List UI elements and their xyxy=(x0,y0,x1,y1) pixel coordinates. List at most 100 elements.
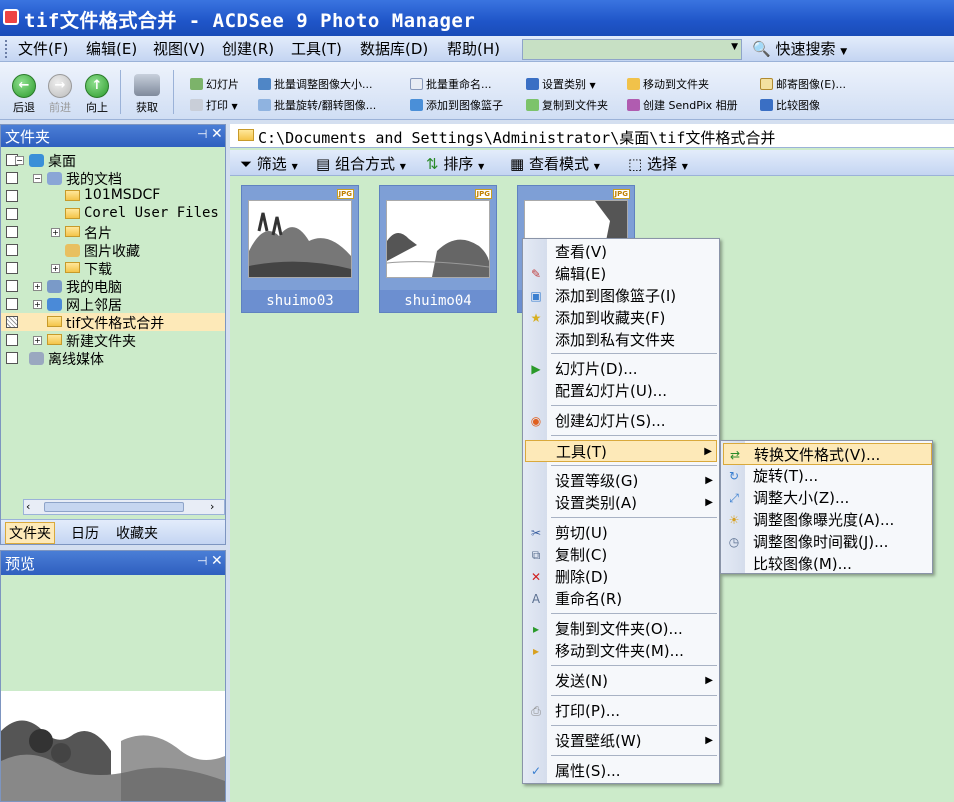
tree-item[interactable]: 离线媒体 xyxy=(1,349,225,368)
filter-button[interactable]: ⏷ 筛选 ▼ xyxy=(240,153,298,174)
back-button[interactable]: ← 后退 xyxy=(6,64,42,115)
tree-item[interactable]: tif文件格式合并 xyxy=(1,313,225,332)
tree-checkbox[interactable] xyxy=(6,280,18,292)
pin-icon[interactable]: ⊣ xyxy=(197,127,207,141)
scroll-left-icon[interactable]: ‹ xyxy=(26,500,30,513)
view-mode-button[interactable]: ▦ 查看模式 ▼ xyxy=(510,153,600,174)
close-icon[interactable]: ✕ xyxy=(211,126,223,142)
tab-folders[interactable]: 文件夹 xyxy=(5,522,55,544)
select-button[interactable]: ⬚ 选择 ▼ xyxy=(628,153,688,174)
sort-button[interactable]: ⇅ 排序 ▼ xyxy=(426,153,484,174)
email-images-button[interactable]: 邮寄图像(E)... xyxy=(760,76,846,92)
add-to-basket-button[interactable]: 添加到图像篮子 xyxy=(410,97,503,113)
tree-item[interactable]: − 桌面 xyxy=(1,151,225,170)
context-menu-item[interactable]: 设置类别(A) ▶ xyxy=(525,492,717,514)
tree-item[interactable]: − 我的文档 xyxy=(1,169,225,188)
menu-tools[interactable]: 工具(T) xyxy=(291,38,342,59)
menu-view[interactable]: 视图(V) xyxy=(153,38,205,59)
tree-checkbox[interactable] xyxy=(6,298,18,310)
menu-help[interactable]: 帮助(H) xyxy=(447,38,500,59)
context-menu-item[interactable]: 配置幻灯片(U)... xyxy=(525,380,717,402)
context-menu-item[interactable]: ✕ 删除(D) xyxy=(525,566,717,588)
collapse-icon[interactable]: − xyxy=(15,156,24,165)
context-menu-item[interactable]: ⧉ 复制(C) xyxy=(525,544,717,566)
acquire-button[interactable]: 获取 xyxy=(127,64,167,115)
expand-icon[interactable]: + xyxy=(33,282,42,291)
submenu-item[interactable]: ⤢ 调整大小(Z)... xyxy=(723,487,932,509)
submenu-item[interactable]: ⇄ 转换文件格式(V)... xyxy=(723,443,932,465)
tree-checkbox[interactable] xyxy=(6,226,18,238)
context-menu-item[interactable]: ▸ 移动到文件夹(M)... xyxy=(525,640,717,662)
context-menu-item[interactable]: A 重命名(R) xyxy=(525,588,717,610)
copy-to-folder-button[interactable]: 复制到文件夹 xyxy=(526,97,608,113)
tree-item[interactable]: + 我的电脑 xyxy=(1,277,225,296)
set-category-button[interactable]: 设置类别 ▼ xyxy=(526,76,596,92)
chevron-down-icon[interactable]: ▼ xyxy=(731,42,738,52)
tree-checkbox[interactable] xyxy=(6,334,18,346)
compare-images-button[interactable]: 比较图像 xyxy=(760,97,820,113)
context-menu-item[interactable]: ★ 添加到收藏夹(F) xyxy=(525,307,717,329)
tab-calendar[interactable]: 日历 xyxy=(71,523,99,543)
tree-item[interactable]: Corel User Files xyxy=(1,205,225,223)
tree-checkbox[interactable] xyxy=(6,208,18,220)
tree-item[interactable]: + 名片 xyxy=(1,223,225,242)
close-icon[interactable]: ✕ xyxy=(211,553,223,569)
forward-button[interactable]: → 前进 xyxy=(42,64,78,115)
collapse-icon[interactable]: − xyxy=(33,174,42,183)
up-button[interactable]: ↑ 向上 xyxy=(79,64,115,115)
tab-favorites[interactable]: 收藏夹 xyxy=(116,523,158,543)
context-menu-item[interactable]: ✂ 剪切(U) xyxy=(525,522,717,544)
tree-item[interactable]: 图片收藏 xyxy=(1,241,225,260)
menu-create[interactable]: 创建(R) xyxy=(222,38,274,59)
context-menu-item[interactable]: 设置等级(G) ▶ xyxy=(525,470,717,492)
scroll-right-icon[interactable]: › xyxy=(210,500,214,513)
context-menu-item[interactable]: 添加到私有文件夹 xyxy=(525,329,717,351)
thumbnail-item[interactable]: JPG shuimo03 xyxy=(241,185,359,313)
context-menu-item[interactable]: 查看(V) xyxy=(525,241,717,263)
context-menu-item[interactable]: ✓ 属性(S)... xyxy=(525,760,717,782)
quick-search-input[interactable]: ▼ xyxy=(522,39,742,60)
pin-icon[interactable]: ⊣ xyxy=(197,554,207,568)
batch-rotate-button[interactable]: 批量旋转/翻转图像... xyxy=(258,97,376,113)
context-menu-item[interactable]: ✎ 编辑(E) xyxy=(525,263,717,285)
submenu-item[interactable]: ☀ 调整图像曝光度(A)... xyxy=(723,509,932,531)
menu-file[interactable]: 文件(F) xyxy=(18,38,68,59)
submenu-item[interactable]: 比较图像(M)... xyxy=(723,553,932,575)
horizontal-scrollbar[interactable]: ‹ › xyxy=(23,499,225,515)
tree-item[interactable]: + 新建文件夹 xyxy=(1,331,225,350)
path-bar[interactable]: C:\Documents and Settings\Administrator\… xyxy=(230,124,954,148)
tree-item[interactable]: + 下载 xyxy=(1,259,225,278)
move-to-folder-button[interactable]: 移动到文件夹 xyxy=(627,76,709,92)
tree-checkbox[interactable] xyxy=(6,316,18,328)
tree-checkbox[interactable] xyxy=(6,190,18,202)
group-by-button[interactable]: ▤ 组合方式 ▼ xyxy=(316,153,406,174)
context-menu-item[interactable]: ▣ 添加到图像篮子(I) xyxy=(525,285,717,307)
context-menu-item[interactable]: ⎙ 打印(P)... xyxy=(525,700,717,722)
context-menu-item[interactable]: ▸ 复制到文件夹(O)... xyxy=(525,618,717,640)
tree-item[interactable]: + 网上邻居 xyxy=(1,295,225,314)
submenu-item[interactable]: ↻ 旋转(T)... xyxy=(723,465,932,487)
print-button[interactable]: 打印 ▼ xyxy=(190,97,238,113)
expand-icon[interactable]: + xyxy=(33,300,42,309)
slideshow-button[interactable]: 幻灯片 xyxy=(190,76,239,92)
context-menu-item[interactable]: 发送(N) ▶ xyxy=(525,670,717,692)
tree-checkbox[interactable] xyxy=(6,172,18,184)
submenu-item[interactable]: ◷ 调整图像时间戳(J)... xyxy=(723,531,932,553)
expand-icon[interactable]: + xyxy=(51,264,60,273)
expand-icon[interactable]: + xyxy=(33,336,42,345)
tree-checkbox[interactable] xyxy=(6,352,18,364)
app-icon[interactable] xyxy=(3,9,19,25)
tree-item[interactable]: 101MSDCF xyxy=(1,187,225,205)
context-menu-item[interactable]: ◉ 创建幻灯片(S)... xyxy=(525,410,717,432)
context-menu-item[interactable]: 工具(T) ▶ xyxy=(525,440,717,462)
tree-checkbox[interactable] xyxy=(6,262,18,274)
sendpix-album-button[interactable]: 创建 SendPix 相册 xyxy=(627,97,738,113)
context-menu-item[interactable]: ▶ 幻灯片(D)... xyxy=(525,358,717,380)
scrollbar-thumb[interactable] xyxy=(44,502,184,512)
batch-rename-button[interactable]: 批量重命名... xyxy=(410,76,492,92)
quick-search-button[interactable]: 🔍 快速搜索 ▼ xyxy=(752,38,847,59)
expand-icon[interactable]: + xyxy=(51,228,60,237)
tree-checkbox[interactable] xyxy=(6,244,18,256)
batch-resize-button[interactable]: 批量调整图像大小... xyxy=(258,76,373,92)
menu-edit[interactable]: 编辑(E) xyxy=(86,38,137,59)
